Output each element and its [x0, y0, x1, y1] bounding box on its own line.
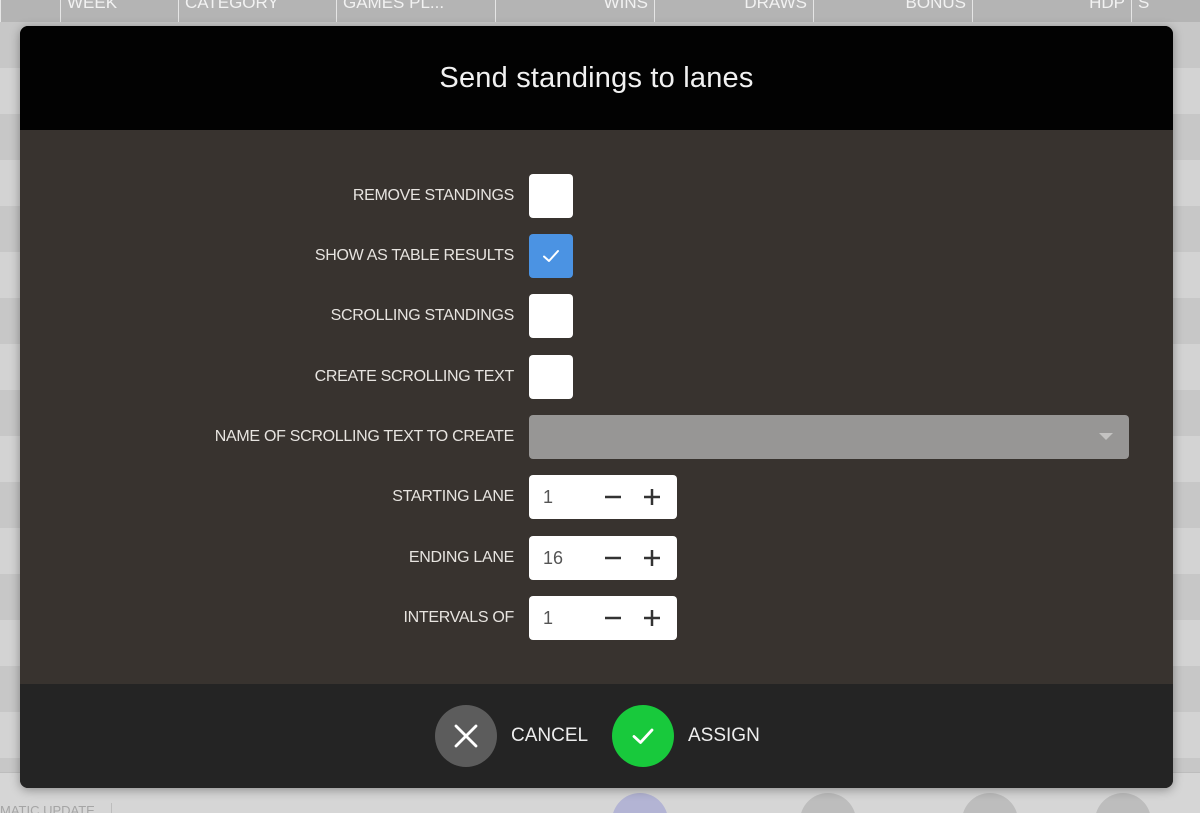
remove-standings-label: REMOVE STANDINGS: [352, 187, 514, 204]
intervals-of-stepper: 1: [529, 596, 677, 640]
background-column-draws: DRAWS: [654, 0, 813, 22]
ending-lane-stepper: 16: [529, 536, 677, 580]
scrolling-text-name-select[interactable]: [529, 415, 1129, 459]
ending-lane-increment-button[interactable]: [640, 546, 664, 570]
background-column-spacer: [0, 0, 60, 22]
starting-lane-label: STARTING LANE: [392, 488, 514, 505]
background-automatic-update-label: MATIC UPDATE: [0, 803, 112, 813]
create-scrolling-text-label: CREATE SCROLLING TEXT: [314, 368, 515, 385]
ending-lane-decrement-button[interactable]: [601, 546, 625, 570]
background-action-icon: [612, 793, 668, 813]
background-action-icon: [962, 793, 1018, 813]
ending-lane-label: ENDING LANE: [408, 549, 514, 566]
dialog-footer: CANCEL ASSIGN: [20, 684, 1173, 788]
show-as-table-results-row: SHOW AS TABLE RESULTS: [20, 234, 1173, 280]
dialog-title: Send standings to lanes: [439, 61, 754, 94]
close-icon: [454, 724, 478, 748]
scrolling-standings-label: SCROLLING STANDINGS: [330, 307, 515, 324]
background-action-icon: [800, 793, 856, 813]
starting-lane-increment-button[interactable]: [640, 485, 664, 509]
dialog-body: REMOVE STANDINGS SHOW AS TABLE RESULTS S…: [20, 130, 1173, 684]
starting-lane-input[interactable]: 1: [543, 487, 553, 508]
chevron-down-icon: [1099, 433, 1113, 440]
plus-icon: [644, 610, 660, 626]
background-column-games-played: GAMES PL...: [336, 0, 495, 22]
ending-lane-input[interactable]: 16: [543, 548, 563, 569]
show-as-table-results-label: SHOW AS TABLE RESULTS: [314, 247, 514, 264]
background-action-icon: [1095, 793, 1151, 813]
check-icon: [632, 728, 654, 744]
intervals-of-row: INTERVALS OF 1: [20, 596, 1173, 642]
background-column-hdp: HDP: [972, 0, 1131, 22]
assign-circle[interactable]: [612, 705, 674, 767]
checkmark-icon: [543, 250, 559, 262]
background-column-week: WEEK: [60, 0, 178, 22]
scrolling-standings-row: SCROLLING STANDINGS: [20, 294, 1173, 340]
background-column-wins: WINS: [495, 0, 654, 22]
assign-button[interactable]: ASSIGN: [612, 705, 760, 767]
starting-lane-stepper: 1: [529, 475, 677, 519]
show-as-table-results-checkbox[interactable]: [529, 234, 573, 278]
plus-icon: [644, 489, 660, 505]
scrolling-standings-checkbox[interactable]: [529, 294, 573, 338]
intervals-of-decrement-button[interactable]: [601, 606, 625, 630]
cancel-label[interactable]: CANCEL: [511, 725, 588, 747]
scrolling-text-name-row: NAME OF SCROLLING TEXT TO CREATE: [20, 415, 1173, 461]
background-column-category: CATEGORY: [178, 0, 336, 22]
remove-standings-row: REMOVE STANDINGS: [20, 174, 1173, 220]
assign-label[interactable]: ASSIGN: [688, 725, 760, 747]
minus-icon: [605, 556, 621, 560]
minus-icon: [605, 616, 621, 620]
starting-lane-decrement-button[interactable]: [601, 485, 625, 509]
intervals-of-increment-button[interactable]: [640, 606, 664, 630]
cancel-circle[interactable]: [435, 705, 497, 767]
intervals-of-input[interactable]: 1: [543, 608, 553, 629]
background-column-bonus: BONUS: [813, 0, 972, 22]
intervals-of-label: INTERVALS OF: [403, 609, 514, 626]
background-column-s: S: [1131, 0, 1200, 22]
scrolling-text-name-label: NAME OF SCROLLING TEXT TO CREATE: [214, 428, 515, 445]
dialog-header: Send standings to lanes: [20, 26, 1173, 130]
create-scrolling-text-row: CREATE SCROLLING TEXT: [20, 355, 1173, 401]
cancel-button[interactable]: CANCEL: [435, 705, 588, 767]
ending-lane-row: ENDING LANE 16: [20, 536, 1173, 582]
minus-icon: [605, 495, 621, 499]
remove-standings-checkbox[interactable]: [529, 174, 573, 218]
send-standings-dialog: Send standings to lanes REMOVE STANDINGS…: [20, 26, 1173, 788]
plus-icon: [644, 550, 660, 566]
create-scrolling-text-checkbox[interactable]: [529, 355, 573, 399]
starting-lane-row: STARTING LANE 1: [20, 475, 1173, 521]
background-table-header: WEEK CATEGORY GAMES PL... WINS DRAWS BON…: [0, 0, 1200, 22]
